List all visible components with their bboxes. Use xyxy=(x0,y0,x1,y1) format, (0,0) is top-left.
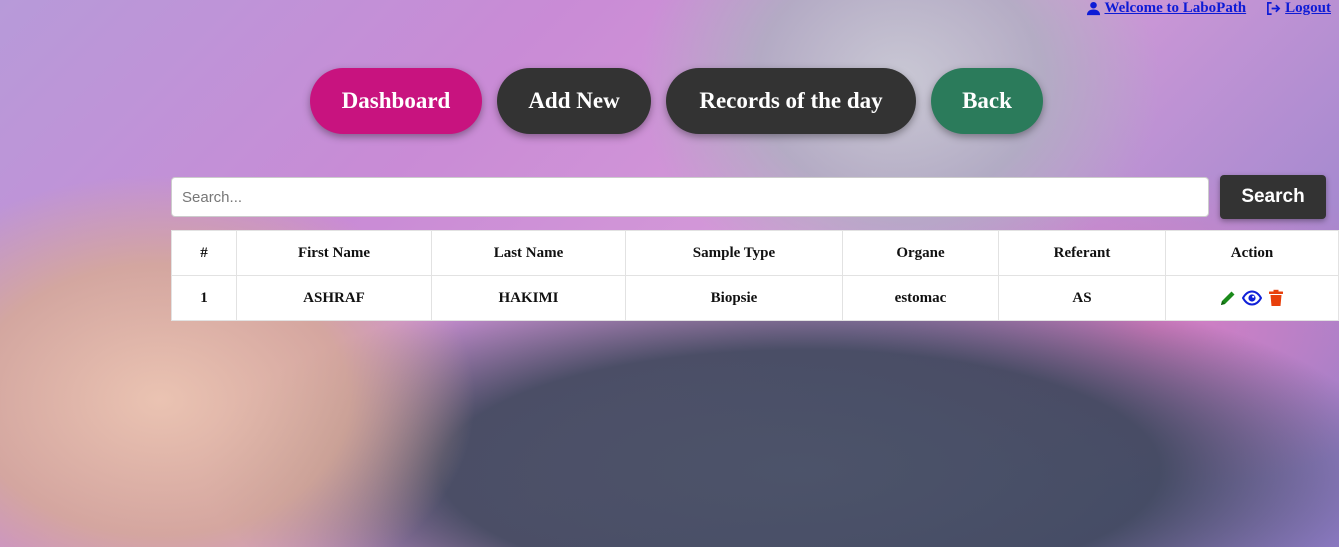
top-links: Welcome to LaboPath Logout xyxy=(1086,0,1331,17)
cell-first-name: ASHRAF xyxy=(236,275,432,321)
row-actions xyxy=(1166,288,1338,308)
column-header-organe: Organe xyxy=(842,230,999,276)
records-of-the-day-button[interactable]: Records of the day xyxy=(666,68,916,134)
column-header-action: Action xyxy=(1165,230,1339,276)
delete-icon[interactable] xyxy=(1266,288,1286,308)
add-new-button[interactable]: Add New xyxy=(497,68,651,134)
column-header-sample-type: Sample Type xyxy=(625,230,843,276)
column-header-last-name: Last Name xyxy=(431,230,626,276)
dashboard-button[interactable]: Dashboard xyxy=(310,68,482,134)
cell-sample-type: Biopsie xyxy=(625,275,843,321)
column-header-referant: Referant xyxy=(998,230,1166,276)
column-header-first-name: First Name xyxy=(236,230,432,276)
user-icon xyxy=(1086,1,1100,16)
cell-index: 1 xyxy=(171,275,237,321)
edit-icon[interactable] xyxy=(1218,288,1238,308)
main-nav: Dashboard Add New Records of the day Bac… xyxy=(310,68,1043,134)
cell-organe: estomac xyxy=(842,275,999,321)
view-icon[interactable] xyxy=(1242,288,1262,308)
search-button[interactable]: Search xyxy=(1220,175,1326,219)
column-header-index: # xyxy=(171,230,237,276)
cell-referant: AS xyxy=(998,275,1166,321)
logout-link[interactable]: Logout xyxy=(1266,0,1331,17)
records-table: # First Name Last Name Sample Type Organ… xyxy=(171,230,1339,321)
welcome-link[interactable]: Welcome to LaboPath xyxy=(1086,0,1247,17)
table-row: 1 ASHRAF HAKIMI Biopsie estomac AS xyxy=(171,275,1339,321)
welcome-label: Welcome to LaboPath xyxy=(1104,0,1247,16)
table-header-row: # First Name Last Name Sample Type Organ… xyxy=(171,230,1339,276)
back-button[interactable]: Back xyxy=(931,68,1043,134)
search-bar: Search xyxy=(171,175,1326,219)
cell-actions xyxy=(1165,275,1339,321)
search-input[interactable] xyxy=(171,177,1209,217)
logout-label: Logout xyxy=(1285,0,1331,16)
logout-icon xyxy=(1267,2,1281,15)
cell-last-name: HAKIMI xyxy=(431,275,626,321)
